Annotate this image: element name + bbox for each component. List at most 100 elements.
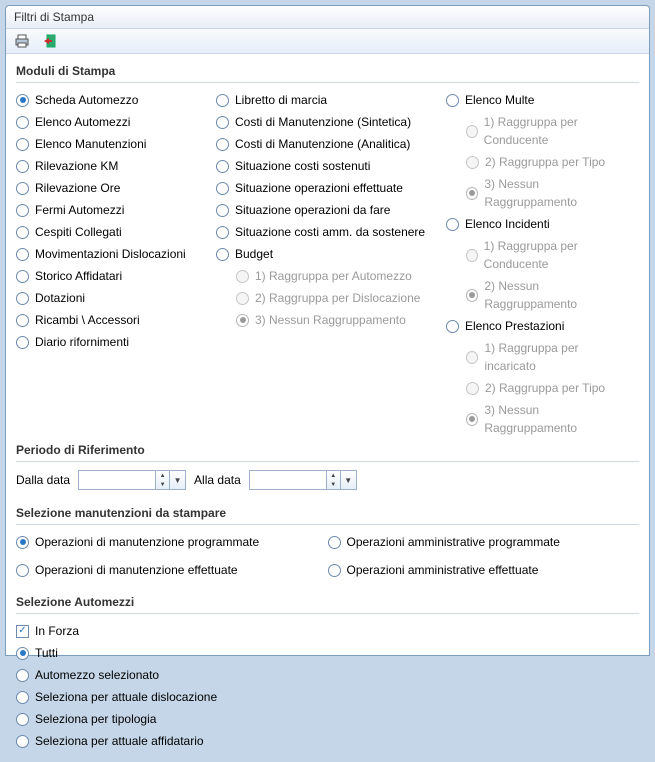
to-date-spinner[interactable]: ▲▼ xyxy=(327,470,341,490)
radio-icon xyxy=(466,413,478,426)
module-opt[interactable]: Ricambi \ Accessori xyxy=(16,309,216,331)
print-button[interactable] xyxy=(12,32,32,50)
radio-icon xyxy=(216,160,229,173)
prestazioni-sub-opt: 3) Nessun Raggruppamento xyxy=(466,399,626,439)
radio-icon xyxy=(16,116,29,129)
vehicle-label: Seleziona per attuale affidatario xyxy=(35,732,204,750)
module-label: 3) Nessun Raggruppamento xyxy=(484,175,626,211)
module-opt[interactable]: Elenco Automezzi xyxy=(16,111,216,133)
module-label: Situazione costi amm. da sostenere xyxy=(235,223,425,241)
module-label: Situazione operazioni da fare xyxy=(235,201,390,219)
module-opt[interactable]: Cespiti Collegati xyxy=(16,221,216,243)
radio-icon xyxy=(16,735,29,748)
vehicle-opt[interactable]: Automezzo selezionato xyxy=(16,664,639,686)
radio-icon xyxy=(16,94,29,107)
maint-opt[interactable]: Operazioni di manutenzione effettuate xyxy=(16,553,328,581)
module-opt[interactable]: Movimentazioni Dislocazioni xyxy=(16,243,216,265)
multe-sub-opt: 2) Raggruppa per Tipo xyxy=(466,151,626,173)
vehicle-label: Seleziona per attuale dislocazione xyxy=(35,688,217,706)
module-label: Fermi Automezzi xyxy=(35,201,124,219)
module-label: 1) Raggruppa per Conducente xyxy=(484,113,626,149)
from-date-spinner[interactable]: ▲▼ xyxy=(156,470,170,490)
exit-button[interactable] xyxy=(40,32,60,50)
radio-icon xyxy=(16,713,29,726)
radio-icon xyxy=(466,125,478,138)
module-opt[interactable]: Situazione operazioni da fare xyxy=(216,199,446,221)
module-opt[interactable]: Costi di Manutenzione (Analitica) xyxy=(216,133,446,155)
maint-opt[interactable]: Operazioni di manutenzione programmate xyxy=(16,531,328,553)
to-date-label: Alla data xyxy=(194,473,241,487)
module-opt[interactable]: Fermi Automezzi xyxy=(16,199,216,221)
in-forza-check[interactable]: In Forza xyxy=(16,620,639,642)
modules-col-c: Elenco Multe 1) Raggruppa per Conducente… xyxy=(446,89,626,439)
toolbar xyxy=(6,29,649,54)
radio-icon xyxy=(16,314,29,327)
maint-opt[interactable]: Operazioni amministrative effettuate xyxy=(328,553,640,581)
vehicle-opt[interactable]: Seleziona per attuale dislocazione xyxy=(16,686,639,708)
module-opt[interactable]: Situazione costi amm. da sostenere xyxy=(216,221,446,243)
module-label: Diario rifornimenti xyxy=(35,333,129,351)
radio-icon xyxy=(328,536,341,549)
incidenti-sub-opt: 1) Raggruppa per Conducente xyxy=(466,235,626,275)
checkbox-icon xyxy=(16,625,29,638)
radio-icon xyxy=(236,270,249,283)
module-opt[interactable]: Libretto di marcia xyxy=(216,89,446,111)
maint-opt[interactable]: Operazioni amministrative programmate xyxy=(328,531,640,553)
radio-icon xyxy=(16,536,29,549)
radio-icon xyxy=(16,669,29,682)
incidenti-sub-opt: 2) Nessun Raggruppamento xyxy=(466,275,626,315)
radio-icon xyxy=(466,382,479,395)
maint-label: Operazioni di manutenzione effettuate xyxy=(35,561,238,579)
module-opt[interactable]: Rilevazione Ore xyxy=(16,177,216,199)
print-icon xyxy=(14,34,30,48)
module-label: 2) Raggruppa per Tipo xyxy=(485,379,605,397)
vehicle-opt[interactable]: Seleziona per tipologia xyxy=(16,708,639,730)
module-opt[interactable]: Elenco Prestazioni xyxy=(446,315,626,337)
from-date-dropdown[interactable]: ▼ xyxy=(170,470,186,490)
maint-label: Operazioni amministrative effettuate xyxy=(347,561,539,579)
radio-icon xyxy=(16,182,29,195)
vehicle-opt[interactable]: Seleziona per attuale affidatario xyxy=(16,730,639,752)
module-opt[interactable]: Dotazioni xyxy=(16,287,216,309)
module-label: Costi di Manutenzione (Analitica) xyxy=(235,135,410,153)
radio-icon xyxy=(236,314,249,327)
module-opt[interactable]: Rilevazione KM xyxy=(16,155,216,177)
module-label: Situazione costi sostenuti xyxy=(235,157,370,175)
module-label: 3) Nessun Raggruppamento xyxy=(484,401,626,437)
radio-icon xyxy=(16,292,29,305)
module-label: Ricambi \ Accessori xyxy=(35,311,140,329)
radio-icon xyxy=(216,204,229,217)
module-opt[interactable]: Storico Affidatari xyxy=(16,265,216,287)
module-opt[interactable]: Elenco Incidenti xyxy=(446,213,626,235)
module-label: 2) Raggruppa per Tipo xyxy=(485,153,605,171)
to-date-dropdown[interactable]: ▼ xyxy=(341,470,357,490)
radio-icon xyxy=(16,691,29,704)
module-label: Elenco Automezzi xyxy=(35,113,130,131)
radio-icon xyxy=(446,218,459,231)
period-header: Periodo di Riferimento xyxy=(16,439,639,462)
budget-sub-opt: 3) Nessun Raggruppamento xyxy=(236,309,446,331)
to-date-input[interactable] xyxy=(249,470,327,490)
module-opt[interactable]: Elenco Manutenzioni xyxy=(16,133,216,155)
module-label: Rilevazione Ore xyxy=(35,179,120,197)
module-label: Elenco Manutenzioni xyxy=(35,135,146,153)
maint-header: Selezione manutenzioni da stampare xyxy=(16,502,639,525)
module-label: Scheda Automezzo xyxy=(35,91,138,109)
module-opt[interactable]: Budget xyxy=(216,243,446,265)
module-opt[interactable]: Situazione operazioni effettuate xyxy=(216,177,446,199)
module-opt[interactable]: Elenco Multe xyxy=(446,89,626,111)
module-label: Dotazioni xyxy=(35,289,85,307)
module-opt[interactable]: Scheda Automezzo xyxy=(16,89,216,111)
modules-col-a: Scheda Automezzo Elenco Automezzi Elenco… xyxy=(16,89,216,439)
module-label: Situazione operazioni effettuate xyxy=(235,179,403,197)
module-label: Movimentazioni Dislocazioni xyxy=(35,245,186,263)
radio-icon xyxy=(216,248,229,261)
modules-col-b: Libretto di marcia Costi di Manutenzione… xyxy=(216,89,446,439)
vehicles-header: Selezione Automezzi xyxy=(16,591,639,614)
from-date-input[interactable] xyxy=(78,470,156,490)
module-label: 1) Raggruppa per Automezzo xyxy=(255,267,412,285)
module-opt[interactable]: Diario rifornimenti xyxy=(16,331,216,353)
module-opt[interactable]: Costi di Manutenzione (Sintetica) xyxy=(216,111,446,133)
prestazioni-sub-opt: 1) Raggruppa per incaricato xyxy=(466,337,626,377)
module-opt[interactable]: Situazione costi sostenuti xyxy=(216,155,446,177)
